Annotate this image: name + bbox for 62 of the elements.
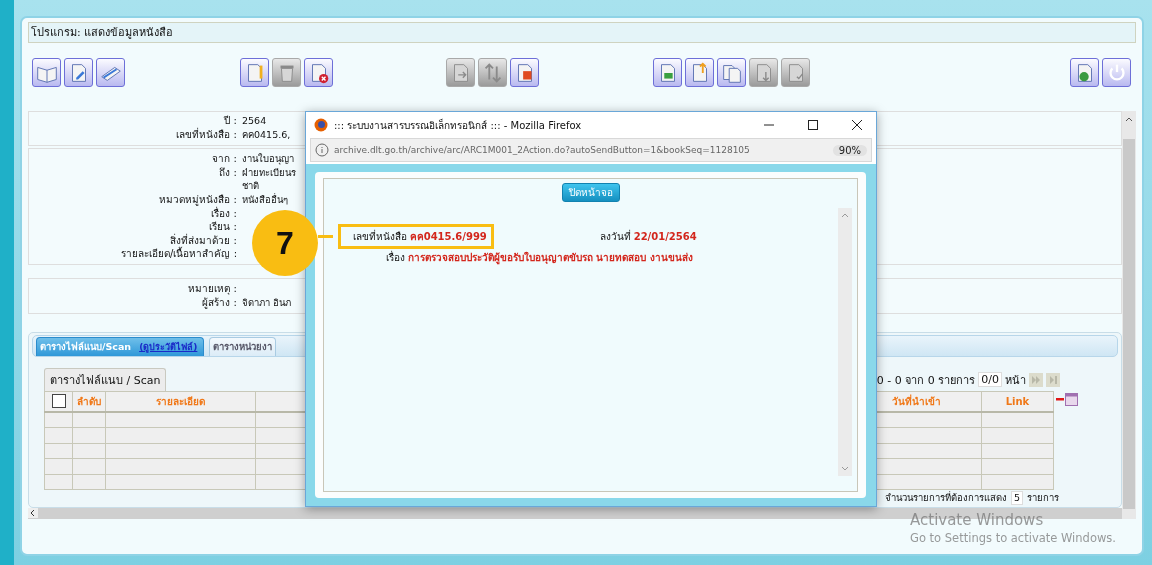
maximize-icon <box>807 119 819 131</box>
activation-title: Activate Windows <box>910 511 1045 529</box>
toolbar-button[interactable] <box>685 58 714 87</box>
vertical-scrollbar[interactable] <box>1122 111 1136 519</box>
close-icon <box>851 119 863 131</box>
toolbar-button[interactable] <box>304 58 333 87</box>
book-date: ลงวันที่ 22/01/2564 <box>599 229 697 244</box>
url-text: archive.dlt.go.th/archive/arc/ARC1M001_2Action.do?autoSendButton=1&bookSeq=1128105 <box>334 145 751 155</box>
book-subject: เรื่อง การตรวจสอบประวัติผู้ขอรับใบอนุญาตขับรถ นายทดสอบ งานขนส่ง <box>385 250 694 265</box>
field-label: เรียน : <box>209 220 237 233</box>
grid-tab[interactable]: ตารางไฟล์แนบ / Scan <box>44 367 167 391</box>
field-label: เรื่อง : <box>211 206 237 221</box>
field-label: ปี : <box>224 114 237 127</box>
window-title: ::: ระบบงานสารบรรณอิเล็กทรอนิกส์ ::: - Mozilla Firefox <box>334 117 583 133</box>
field-value: คค0415.6, <box>242 127 291 142</box>
toolbar-button[interactable] <box>64 58 93 87</box>
column-header[interactable]: รายละเอียด <box>105 391 256 412</box>
field-value: หนังสืออื่นๆ <box>242 192 288 207</box>
scroll-up-icon[interactable] <box>1124 115 1134 123</box>
field-value: 2564 <box>242 114 267 128</box>
toolbar-button[interactable] <box>32 58 61 87</box>
page-field[interactable]: 0/0 <box>978 372 1002 388</box>
program-title: โปรแกรม: แสดงข้อมูลหนังสือ <box>28 22 1136 43</box>
column-header[interactable]: Link <box>981 391 1054 412</box>
info-icon[interactable] <box>315 143 329 157</box>
toolbar-button[interactable] <box>653 58 682 87</box>
field-value: งานใบอนุญา <box>242 152 294 166</box>
field-value: ชาติ <box>242 179 259 193</box>
scroll-down-icon[interactable] <box>840 466 849 472</box>
field-label: สิ่งที่ส่งมาด้วย : <box>170 233 237 246</box>
field-label: ถึง : <box>219 165 237 180</box>
page-size-unit: รายการ <box>1027 492 1059 505</box>
activation-text: Go to Settings to activate Windows. <box>910 531 1116 545</box>
field-value: ฝ่ายทะเบียนร <box>242 165 296 180</box>
close-screen-button[interactable]: ปิดหน้าจอ <box>561 183 620 202</box>
toolbar-button[interactable] <box>510 58 539 87</box>
address-bar[interactable]: archive.dlt.go.th/archive/arc/ARC1M001_2Action.do?autoSendButton=1&bookSeq=1128105 90% <box>310 138 872 162</box>
page-size-label: จำนวนรายการที่ต้องการแสดง <box>884 492 1007 505</box>
toolbar-button[interactable] <box>1102 58 1131 87</box>
field-label: รายละเอียด/เนื้อหาสำคัญ : <box>121 247 237 261</box>
select-all-checkbox[interactable] <box>51 394 66 409</box>
book-number: เลขที่หนังสือ คค0415.6/999 <box>352 231 487 242</box>
popup-scrollbar[interactable] <box>837 208 852 476</box>
toolbar-button[interactable] <box>717 58 746 87</box>
field-label: หมายเหตุ : <box>188 281 237 296</box>
page-size-field[interactable]: 5 <box>1010 491 1023 506</box>
browser-icon <box>314 118 328 132</box>
calendar-icon[interactable] <box>1065 392 1078 406</box>
pager-range: 0 - 0 จาก 0 รายการ <box>876 372 976 389</box>
scroll-left-icon[interactable] <box>28 508 38 519</box>
field-label: จาก : <box>212 152 237 166</box>
tab[interactable]: ตารางไฟล์แนบ/Scan (ดูประวัติไฟล์) <box>36 336 205 356</box>
tab[interactable]: ตารางหน่วยงา <box>209 336 277 356</box>
toolbar-button[interactable] <box>240 58 269 87</box>
field-label: เลขที่หนังสือ : <box>176 127 237 142</box>
field-label: ผู้สร้าง : <box>202 295 237 310</box>
zoom-level[interactable]: 90% <box>832 144 867 156</box>
page-label: หน้า <box>1005 372 1026 389</box>
file-history-link[interactable]: (ดูประวัติไฟล์) <box>139 339 198 354</box>
field-value: จิดาภา อินภ <box>242 295 292 310</box>
column-header[interactable]: ลำดับ <box>72 391 106 412</box>
field-label: หมวดหมู่หนังสือ : <box>159 192 237 207</box>
